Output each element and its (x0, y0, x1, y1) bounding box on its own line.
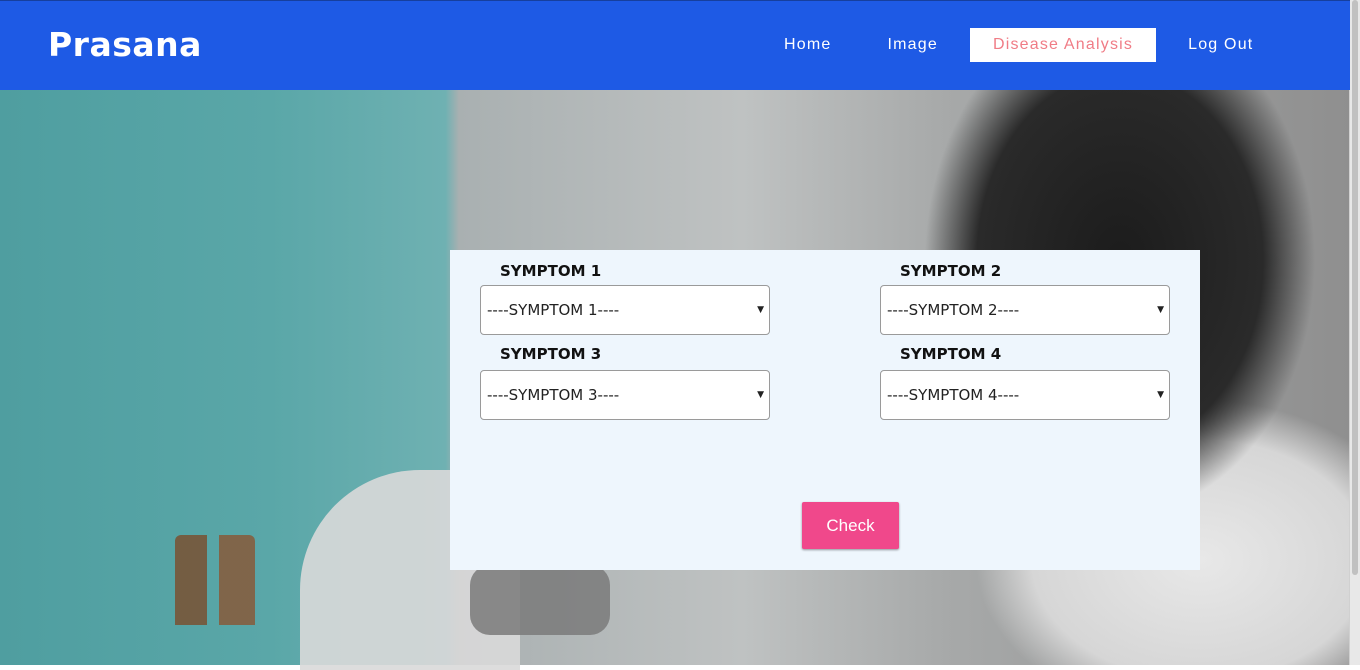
brand-logo[interactable]: Prasana (48, 25, 202, 64)
check-button[interactable]: Check (802, 502, 899, 549)
top-navbar: Prasana Home Image Disease Analysis Log … (0, 0, 1350, 90)
symptom-form-panel: SYMPTOM 1 ----SYMPTOM 1---- ▼ SYMPTOM 2 … (450, 250, 1200, 570)
symptom-4-value: ----SYMPTOM 4---- (887, 386, 1020, 404)
symptom-4-select[interactable]: ----SYMPTOM 4---- ▼ (880, 370, 1170, 420)
symptom-4-label: SYMPTOM 4 (900, 345, 1002, 363)
symptom-2-label: SYMPTOM 2 (900, 262, 1002, 280)
microscope-head-shape (470, 565, 610, 635)
page-scrollbar[interactable] (1349, 0, 1360, 665)
triangle-down-icon: ▼ (757, 305, 764, 315)
triangle-down-icon: ▼ (1157, 305, 1164, 315)
nav-image[interactable]: Image (863, 28, 961, 62)
nav-home[interactable]: Home (760, 28, 855, 62)
nav-disease-analysis[interactable]: Disease Analysis (969, 28, 1157, 62)
symptom-1-label: SYMPTOM 1 (500, 262, 602, 280)
symptom-3-value: ----SYMPTOM 3---- (487, 386, 620, 404)
nav-log-out[interactable]: Log Out (1164, 28, 1277, 62)
symptom-1-value: ----SYMPTOM 1---- (487, 301, 620, 319)
symptom-2-field: SYMPTOM 2 ----SYMPTOM 2---- ▼ (880, 260, 1170, 335)
symptom-1-select[interactable]: ----SYMPTOM 1---- ▼ (480, 285, 770, 335)
symptom-2-select[interactable]: ----SYMPTOM 2---- ▼ (880, 285, 1170, 335)
symptom-4-field: SYMPTOM 4 ----SYMPTOM 4---- ▼ (880, 343, 1170, 420)
scrollbar-thumb[interactable] (1352, 0, 1358, 575)
bottles-shape (175, 535, 255, 625)
symptom-1-field: SYMPTOM 1 ----SYMPTOM 1---- ▼ (480, 260, 770, 335)
symptom-2-value: ----SYMPTOM 2---- (887, 301, 1020, 319)
triangle-down-icon: ▼ (757, 390, 764, 400)
symptom-3-label: SYMPTOM 3 (500, 345, 602, 363)
main-nav: Home Image Disease Analysis Log Out (760, 28, 1285, 62)
symptom-3-select[interactable]: ----SYMPTOM 3---- ▼ (480, 370, 770, 420)
triangle-down-icon: ▼ (1157, 390, 1164, 400)
symptom-3-field: SYMPTOM 3 ----SYMPTOM 3---- ▼ (480, 343, 770, 420)
